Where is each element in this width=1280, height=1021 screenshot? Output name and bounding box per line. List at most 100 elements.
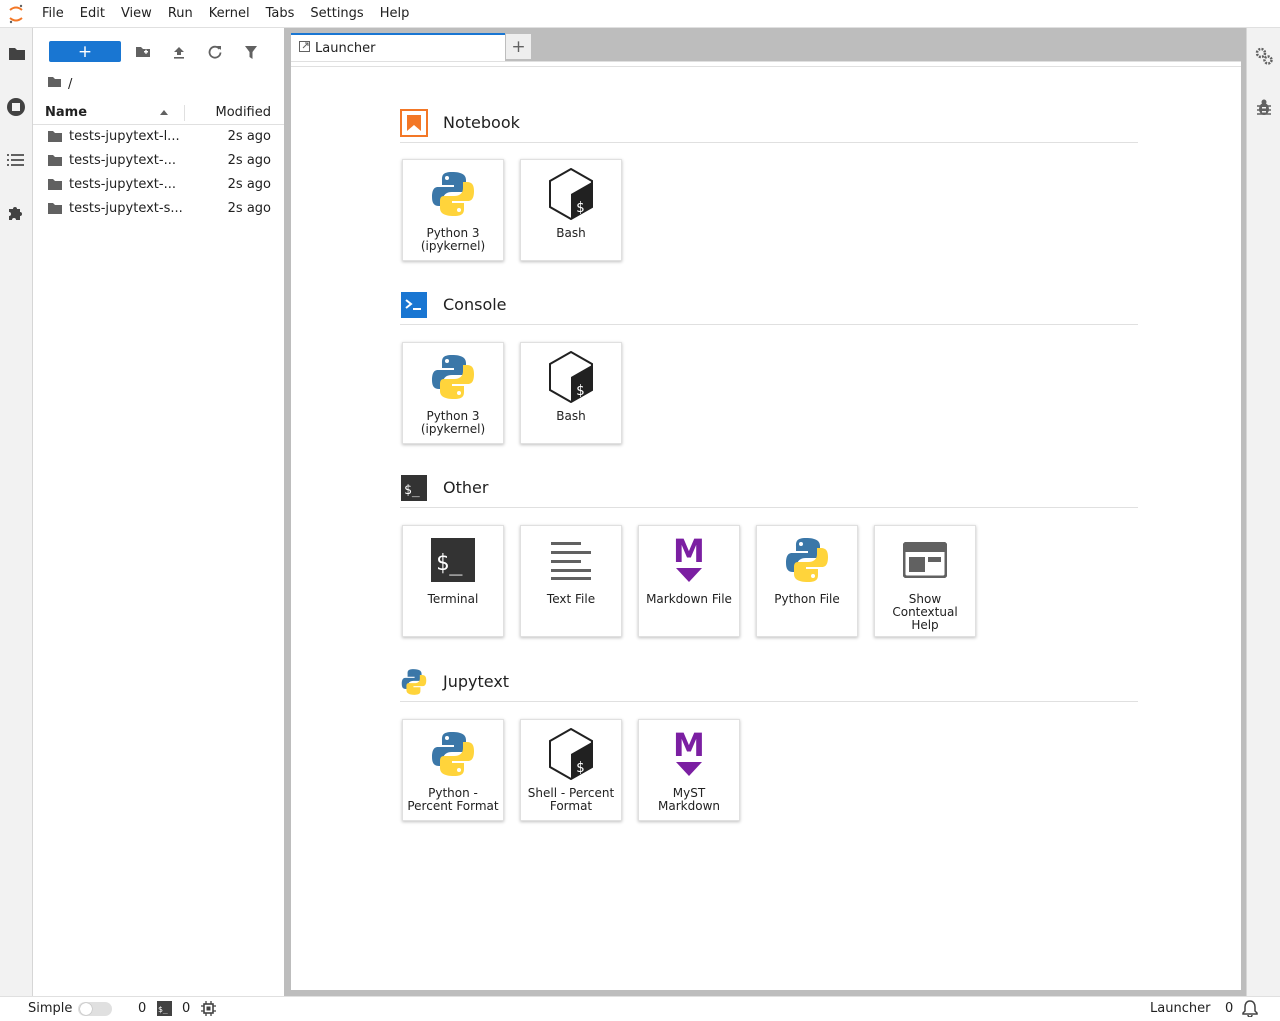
menu-kernel[interactable]: Kernel — [201, 0, 258, 28]
folder-icon — [48, 131, 62, 146]
section-notebook: Notebook — [400, 107, 1138, 143]
file-row[interactable]: tests-jupytext-l... 2s ago — [33, 125, 284, 149]
breadcrumb: / — [47, 74, 72, 94]
file-modified: 2s ago — [227, 177, 271, 192]
card-python-percent[interactable]: Python - Percent Format — [402, 719, 504, 821]
python-icon — [430, 351, 476, 403]
launcher-tab-icon — [299, 41, 310, 56]
section-console: Console — [400, 289, 1138, 325]
svg-text:$: $ — [576, 383, 584, 399]
sort-ascending-icon — [160, 110, 168, 115]
simple-mode-label: Simple — [28, 1001, 73, 1016]
card-markdown-file[interactable]: M Markdown File — [638, 525, 740, 637]
upload-icon[interactable] — [167, 41, 191, 63]
bash-icon: $ — [548, 351, 594, 403]
left-sidebar-tabs — [0, 28, 33, 996]
card-label: Python - Percent Format — [407, 786, 499, 813]
file-name: tests-jupytext-s... — [69, 201, 183, 216]
card-label: Python 3 (ipykernel) — [420, 409, 486, 436]
file-row[interactable]: tests-jupytext-... 2s ago — [33, 173, 284, 197]
menu-edit[interactable]: Edit — [72, 0, 113, 28]
terminals-count[interactable]: 0 — [138, 1001, 146, 1016]
file-row[interactable]: tests-jupytext-... 2s ago — [33, 149, 284, 173]
file-name: tests-jupytext-l... — [69, 129, 180, 144]
tab-label: Launcher — [315, 41, 376, 56]
jupytext-python-icon — [400, 668, 428, 696]
card-notebook-python[interactable]: Python 3 (ipykernel) — [402, 159, 504, 261]
kernel-status-icon — [201, 1001, 216, 1020]
running-icon[interactable] — [0, 91, 32, 123]
extension-icon[interactable] — [0, 197, 32, 229]
card-contextual-help[interactable]: Show Contextual Help — [874, 525, 976, 637]
launcher-toolbar — [291, 62, 1241, 67]
card-label: Show Contextual Help — [892, 592, 958, 632]
file-name: tests-jupytext-... — [69, 153, 176, 168]
notifications-count[interactable]: 0 — [1225, 1001, 1233, 1016]
breadcrumb-root[interactable]: / — [68, 77, 72, 92]
card-text-file[interactable]: Text File — [520, 525, 622, 637]
markdown-icon: M — [666, 728, 712, 780]
svg-text:M: M — [673, 536, 705, 570]
menu-settings[interactable]: Settings — [302, 0, 371, 28]
new-folder-icon[interactable] — [131, 41, 155, 63]
menu-file[interactable]: File — [34, 0, 72, 28]
card-console-python[interactable]: Python 3 (ipykernel) — [402, 342, 504, 444]
column-divider[interactable] — [184, 105, 185, 121]
menu-run[interactable]: Run — [160, 0, 201, 28]
section-title: Other — [443, 478, 489, 497]
kernels-count[interactable]: 0 — [182, 1001, 190, 1016]
property-inspector-gears-icon[interactable] — [1248, 40, 1280, 72]
column-modified-header[interactable]: Modified — [216, 105, 271, 120]
card-label: Python File — [774, 592, 840, 606]
markdown-icon: M — [666, 534, 712, 586]
svg-text:$: $ — [576, 760, 584, 776]
card-terminal[interactable]: $_ Terminal — [402, 525, 504, 637]
svg-text:M: M — [673, 730, 705, 764]
file-row[interactable]: tests-jupytext-s... 2s ago — [33, 197, 284, 221]
filter-icon[interactable] — [239, 41, 263, 63]
add-tab-button[interactable]: + — [506, 34, 531, 59]
menu-view[interactable]: View — [113, 0, 160, 28]
new-launcher-button[interactable]: + — [49, 41, 121, 62]
card-label: MyST Markdown — [658, 786, 720, 813]
refresh-icon[interactable] — [203, 41, 227, 63]
section-other: $_ Other — [400, 472, 1138, 508]
bash-icon: $ — [548, 728, 594, 780]
card-label: Text File — [546, 592, 596, 606]
folder-icon — [48, 155, 62, 170]
tab-launcher[interactable]: Launcher — [291, 33, 505, 62]
svg-text:$: $ — [576, 200, 584, 216]
section-title: Notebook — [443, 113, 520, 132]
toc-icon[interactable] — [0, 144, 32, 176]
card-label: Terminal — [427, 592, 479, 606]
card-console-bash[interactable]: $ Bash — [520, 342, 622, 444]
menu-tabs[interactable]: Tabs — [258, 0, 303, 28]
card-notebook-bash[interactable]: $ Bash — [520, 159, 622, 261]
folder-icon — [48, 203, 62, 218]
file-modified: 2s ago — [227, 129, 271, 144]
card-shell-percent[interactable]: $ Shell - Percent Format — [520, 719, 622, 821]
menu-help[interactable]: Help — [372, 0, 418, 28]
svg-text:$_: $_ — [158, 1005, 168, 1014]
notebook-icon — [400, 109, 428, 137]
launcher-panel: Notebook Python 3 (ipykernel) $ Bash Con… — [291, 61, 1241, 990]
debugger-bug-icon[interactable] — [1248, 91, 1280, 123]
card-python-file[interactable]: Python File — [756, 525, 858, 637]
terminal-icon: $_ — [430, 534, 476, 586]
other-terminal-icon: $_ — [400, 474, 428, 502]
file-browser-toolbar: + — [33, 38, 284, 66]
section-title: Jupytext — [443, 672, 510, 691]
menu-bar: File Edit View Run Kernel Tabs Settings … — [0, 0, 1280, 28]
column-name-header[interactable]: Name — [45, 105, 87, 120]
notification-bell-icon[interactable] — [1242, 1000, 1258, 1021]
card-label: Bash — [556, 226, 586, 240]
folder-icon[interactable] — [0, 38, 32, 70]
card-myst-markdown[interactable]: M MyST Markdown — [638, 719, 740, 821]
active-tab-label: Launcher — [1150, 1001, 1211, 1016]
home-folder-icon[interactable] — [47, 76, 62, 92]
python-icon — [430, 728, 476, 780]
jupyter-logo-icon — [0, 0, 32, 28]
status-bar: Simple 0 $_ 0 Launcher 0 — [0, 996, 1280, 1020]
folder-icon — [48, 179, 62, 194]
toggle-knob — [80, 1003, 92, 1015]
